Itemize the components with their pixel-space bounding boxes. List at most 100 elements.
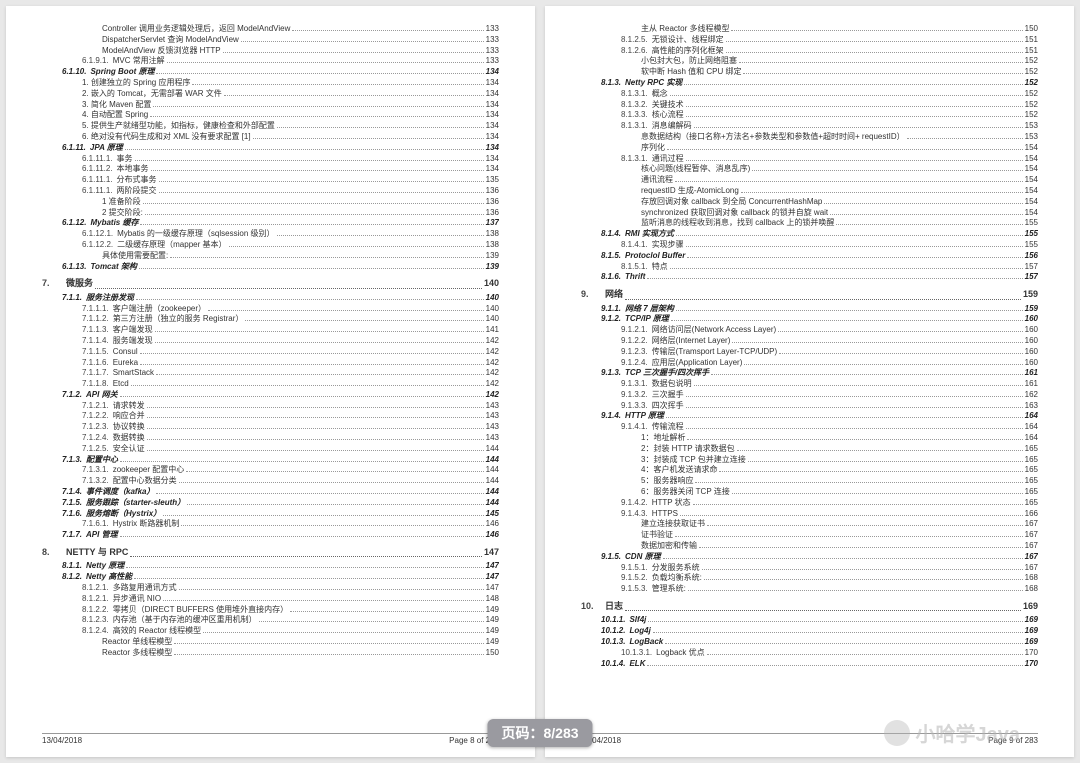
toc-dots [824, 203, 1022, 204]
toc-page: 167 [1025, 519, 1038, 530]
toc-dots [693, 504, 1023, 505]
toc-page: 142 [486, 368, 499, 379]
toc-title: 5：服务器响应 [641, 476, 693, 487]
toc-title: 息数据结构（接口名称+方法名+参数类型和参数值+超时时间+ requestID） [641, 132, 905, 143]
toc-dots [156, 374, 484, 375]
toc-page: 143 [486, 401, 499, 412]
toc-title: 2 提交阶段: [102, 208, 143, 219]
toc-dots [676, 310, 1023, 311]
toc-page: 144 [486, 465, 499, 476]
toc-page: 162 [1025, 390, 1038, 401]
toc-line: 8.1.5.Protoclol Buffer156 [581, 251, 1038, 262]
toc-dots [174, 654, 483, 655]
toc-title: Mybatis 的一级缓存原理（sqlsession 级别） [117, 229, 274, 240]
toc-page: 147 [486, 572, 499, 583]
toc-title: 网络 7 层架构 [625, 304, 674, 315]
toc-line: 8.1.2.5.无锁设计、线程绑定151 [581, 35, 1038, 46]
toc-page: 160 [1025, 358, 1038, 369]
toc-number: 8.1.4.1. [621, 240, 648, 251]
toc-line: 8.1.4.RMI 实现方式155 [581, 229, 1038, 240]
page-right: 主从 Reactor 多线程模型1508.1.2.5.无锁设计、线程绑定1518… [545, 6, 1074, 757]
toc-title: 核心流程 [652, 110, 684, 121]
toc-dots [131, 385, 484, 386]
toc-title: 数据转换 [113, 433, 145, 444]
toc-title: 异步通讯 NIO [113, 594, 161, 605]
toc-title: 请求转发 [113, 401, 145, 412]
toc-dots [731, 30, 1022, 31]
toc-page: 147 [484, 545, 499, 559]
toc-dots [741, 192, 1023, 193]
toc-dots [140, 353, 484, 354]
toc-title: 高性能的序列化框架 [652, 46, 724, 57]
toc-line: 9.1.3.1.数据包说明161 [581, 379, 1038, 390]
toc-page: 160 [1025, 325, 1038, 336]
toc-dots [224, 95, 484, 96]
toc-line: 4. 自动配置 Spring134 [42, 110, 499, 121]
toc-dots [778, 331, 1022, 332]
toc-title: 2：封装 HTTP 请求数据包 [641, 444, 735, 455]
toc-line: 7.1.2.2.响应合并143 [42, 411, 499, 422]
toc-title: 5. 提供生产就绪型功能，如指标，健康检查和外部配置 [82, 121, 275, 132]
toc-number: 7.1.1.4. [82, 336, 109, 347]
toc-dots [147, 428, 484, 429]
toc-title: 事务 [117, 154, 133, 165]
toc-line: 9.1.5.1.分发服务系统167 [581, 563, 1038, 574]
toc-number: 8.1.3.2. [621, 100, 648, 111]
toc-title: HTTPS [652, 509, 678, 520]
toc-dots [752, 170, 1022, 171]
toc-page: 134 [486, 154, 499, 165]
toc-dots [143, 203, 484, 204]
toc-line: 5：服务器响应165 [581, 476, 1038, 487]
toc-line: 2. 嵌入的 Tomcat，无需部署 WAR 文件134 [42, 89, 499, 100]
toc-title: LogBack [629, 637, 663, 648]
toc-page: 155 [1025, 229, 1038, 240]
toc-dots [737, 450, 1023, 451]
toc-chapter: 9.网络159 [581, 287, 1038, 301]
toc-dots [686, 106, 1023, 107]
toc-title: requestID 生成-AtomicLong [641, 186, 739, 197]
toc-number: 6.1.9.1. [82, 56, 109, 67]
toc-dots [163, 515, 484, 516]
toc-title: 通讯流程 [641, 175, 673, 186]
toc-line: 9.1.5.3.管理系统:168 [581, 584, 1038, 595]
toc-number: 8.1.2.1. [82, 594, 109, 605]
toc-page: 134 [486, 132, 499, 143]
toc-line: 7.1.3.1.zookeeper 配置中心144 [42, 465, 499, 476]
toc-title: DispatcherServlet 查询 ModelAndView [102, 35, 239, 46]
toc-page: 134 [486, 78, 499, 89]
toc-line: 6：服务器关闭 TCP 连接165 [581, 487, 1038, 498]
toc-dots [147, 439, 484, 440]
toc-line: 1. 创建独立的 Spring 应用程序134 [42, 78, 499, 89]
toc-number: 9. [581, 287, 605, 301]
toc-dots [120, 461, 484, 462]
toc-title: HTTP 原理 [625, 411, 664, 422]
toc-page: 153 [1025, 132, 1038, 143]
toc-number: 7.1.3. [62, 455, 82, 466]
toc-dots [145, 214, 484, 215]
toc-number: 7.1.1.2. [82, 314, 109, 325]
toc-dots [147, 417, 484, 418]
toc-line: 1 准备阶段136 [42, 197, 499, 208]
toc-page: 147 [486, 561, 499, 572]
toc-page: 144 [486, 455, 499, 466]
toc-title: 服务端发现 [113, 336, 153, 347]
toc-chapter: 10.日志169 [581, 599, 1038, 613]
toc-line: 8.1.3.Netty RPC 实现152 [581, 78, 1038, 89]
toc-number: 6.1.10. [62, 67, 86, 78]
toc-page: 142 [486, 390, 499, 401]
toc-page: 134 [486, 100, 499, 111]
toc-page: 169 [1023, 599, 1038, 613]
toc-line: 7.1.1.8.Etcd142 [42, 379, 499, 390]
toc-line: Reactor 单线程模型149 [42, 637, 499, 648]
toc-number: 8.1.5. [601, 251, 621, 262]
toc-dots [687, 439, 1022, 440]
toc-page: 142 [486, 379, 499, 390]
toc-page: 140 [486, 314, 499, 325]
toc-title: 6. 绝对没有代码生成和对 XML 没有要求配置 [1] [82, 132, 251, 143]
toc-dots [192, 84, 483, 85]
toc-dots [653, 632, 1023, 633]
toc-page: 145 [486, 509, 499, 520]
toc-dots [732, 493, 1023, 494]
toc-dots [686, 396, 1023, 397]
toc-line: DispatcherServlet 查询 ModelAndView133 [42, 35, 499, 46]
